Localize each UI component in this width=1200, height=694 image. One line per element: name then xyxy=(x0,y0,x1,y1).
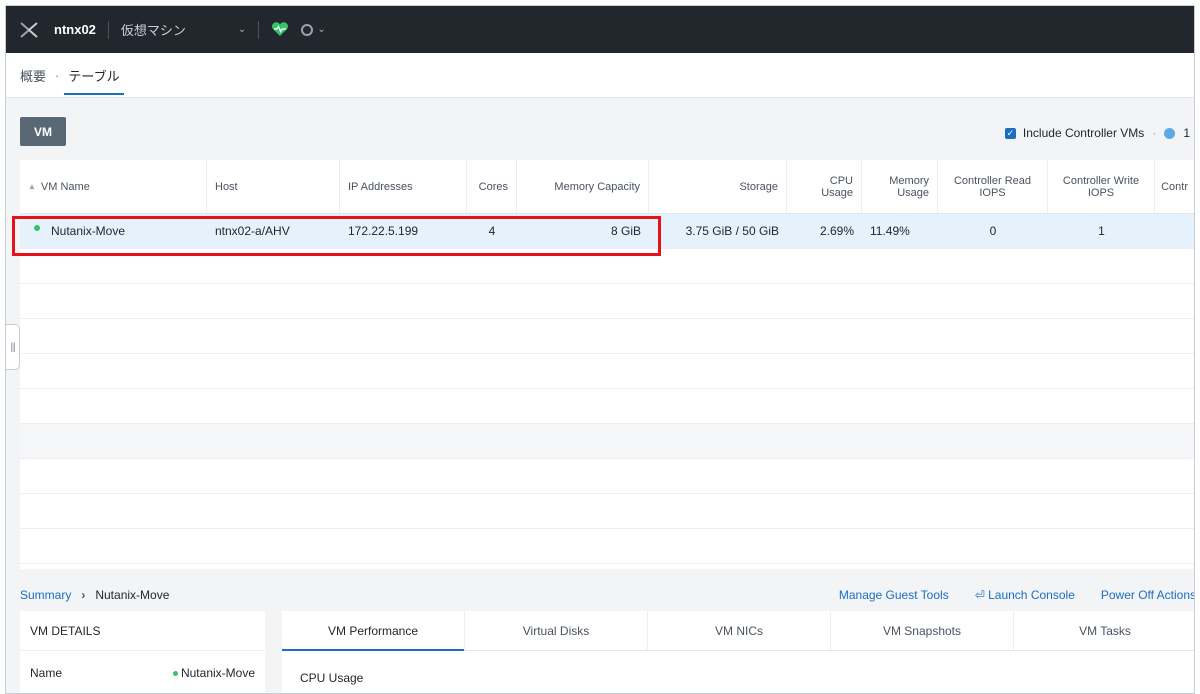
tab-overview[interactable]: 概要 xyxy=(20,53,46,98)
column-controller-read-iops[interactable]: Controller Read IOPS xyxy=(938,160,1048,213)
detail-label: Name xyxy=(30,666,63,680)
cell-write-iops: 1 xyxy=(1098,224,1105,238)
alerts-circle-icon[interactable] xyxy=(301,23,314,36)
checkbox-checked-icon[interactable]: ✓ xyxy=(1004,127,1016,139)
app-frame: ntnx02 仮想マシン ⌄ ⌄ 概要 · テーブル VM ✓ Include … xyxy=(5,5,1195,694)
tab-table[interactable]: テーブル xyxy=(64,53,124,98)
top-bar: ntnx02 仮想マシン ⌄ ⌄ xyxy=(6,6,1194,53)
include-controller-toggle[interactable]: ✓ Include Controller VMs · 1 xyxy=(1004,126,1190,140)
highlight-box xyxy=(12,216,661,256)
empty-row xyxy=(20,494,1194,529)
table-header: ▲ VM Name Host IP Addresses Cores Memory… xyxy=(20,160,1194,214)
power-off-actions-link[interactable]: Power Off Actions xyxy=(1101,588,1194,602)
empty-row xyxy=(20,319,1194,354)
cell-cpu-usage: 2.69% xyxy=(819,224,854,238)
empty-row xyxy=(20,424,1194,459)
empty-row xyxy=(20,529,1194,564)
vm-performance-panel: VM Performance Virtual Disks VM NICs VM … xyxy=(282,611,1194,693)
tab-virtual-disks[interactable]: Virtual Disks xyxy=(465,611,648,650)
cell-read-iops: 0 xyxy=(989,224,997,238)
chevron-down-icon[interactable]: ⌄ xyxy=(317,24,325,35)
nutanix-logo-icon[interactable] xyxy=(6,6,52,53)
column-host[interactable]: Host xyxy=(207,160,340,213)
column-cpu-usage[interactable]: CPU Usage xyxy=(787,160,862,213)
launch-console-link[interactable]: ⏎ Launch Console xyxy=(975,588,1075,602)
selected-vm-name: Nutanix-Move xyxy=(95,588,170,602)
detail-row-name: Name Nutanix-Move xyxy=(20,651,265,693)
cell-storage: 3.75 GiB / 50 GiB xyxy=(685,224,779,238)
info-icon[interactable] xyxy=(1164,127,1176,139)
detail-value: Nutanix-Move xyxy=(172,666,255,680)
detail-tabs: VM Performance Virtual Disks VM NICs VM … xyxy=(282,611,1194,651)
page-selector[interactable]: 仮想マシン xyxy=(121,20,186,39)
column-vm-name[interactable]: ▲ VM Name xyxy=(20,160,207,213)
launch-console-icon: ⏎ xyxy=(974,588,985,602)
column-controller-latency[interactable]: Contr xyxy=(1155,160,1194,213)
summary-breadcrumb: Summary › Nutanix-Move Manage Guest Tool… xyxy=(20,584,1194,606)
divider xyxy=(107,20,109,39)
chevron-down-icon[interactable]: ⌄ xyxy=(238,24,246,35)
panel-resize-handle-icon[interactable]: ||| xyxy=(6,324,20,370)
empty-row xyxy=(20,354,1194,389)
column-memory-usage[interactable]: Memory Usage xyxy=(862,160,938,213)
cluster-name[interactable]: ntnx02 xyxy=(54,22,96,37)
tab-vm-snapshots[interactable]: VM Snapshots xyxy=(831,611,1014,650)
manage-guest-tools-link[interactable]: Manage Guest Tools xyxy=(839,588,949,602)
tab-vm-nics[interactable]: VM NICs xyxy=(648,611,831,650)
vm-details-panel: VM DETAILS Name Nutanix-Move xyxy=(20,611,265,693)
column-memory-capacity[interactable]: Memory Capacity xyxy=(517,160,649,213)
column-ip-addresses[interactable]: IP Addresses xyxy=(340,160,467,213)
divider xyxy=(258,20,260,39)
column-cores[interactable]: Cores xyxy=(467,160,517,213)
vm-count: 1 xyxy=(1183,126,1190,140)
column-storage[interactable]: Storage xyxy=(649,160,787,213)
tab-vm-tasks[interactable]: VM Tasks xyxy=(1014,611,1194,650)
chevron-right-icon: › xyxy=(81,588,86,602)
vm-details-title: VM DETAILS xyxy=(20,611,265,651)
vm-actions: Manage Guest Tools ⏎ Launch Console Powe… xyxy=(839,588,1194,602)
column-controller-write-iops[interactable]: Controller Write IOPS xyxy=(1048,160,1155,213)
separator-dot: · xyxy=(1152,126,1157,140)
create-vm-button[interactable]: VM xyxy=(20,117,66,146)
powered-on-status-icon xyxy=(172,670,178,676)
empty-row xyxy=(20,389,1194,424)
empty-row xyxy=(20,459,1194,494)
cpu-usage-title: CPU Usage xyxy=(300,671,364,685)
empty-row xyxy=(20,284,1194,319)
summary-link[interactable]: Summary xyxy=(20,588,71,602)
tab-vm-performance[interactable]: VM Performance xyxy=(282,611,465,651)
health-icon[interactable] xyxy=(271,22,289,37)
cell-memory-usage: 11.49% xyxy=(870,224,910,238)
sort-asc-icon: ▲ xyxy=(28,182,36,191)
tab-separator: · xyxy=(55,67,60,83)
view-tabs: 概要 · テーブル xyxy=(6,53,1194,98)
include-controller-label: Include Controller VMs xyxy=(1022,126,1145,140)
